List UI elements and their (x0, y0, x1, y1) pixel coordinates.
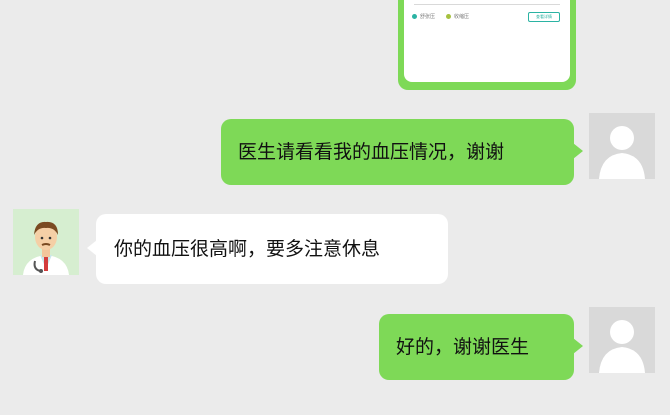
chart-axis-zero-label: 0 (418, 0, 421, 2)
message-bubble-sent[interactable]: 好的，谢谢医生 (379, 314, 583, 380)
legend-label: 收缩压 (454, 14, 470, 20)
chart-legend-item: 收缩压 (446, 13, 469, 20)
message-bubble-received[interactable]: 你的血压很高啊，要多注意休息 (87, 214, 448, 284)
legend-dot-icon (412, 14, 417, 19)
bubble-tail (87, 240, 97, 256)
bubble-tail (573, 338, 583, 354)
message-text: 你的血压很高啊，要多注意休息 (114, 238, 381, 260)
message-text: 好的，谢谢医生 (396, 336, 530, 358)
bubble-tail (573, 143, 583, 159)
default-user-avatar-icon[interactable] (589, 113, 655, 179)
default-user-avatar-icon[interactable] (589, 307, 655, 373)
legend-label: 舒张压 (420, 14, 436, 20)
chart-baseline (414, 4, 560, 5)
shared-blood-pressure-card[interactable]: 0 舒张压 收缩压 查看详情 (398, 0, 576, 90)
chart-legend-item: 舒张压 (412, 13, 435, 20)
card-content: 0 舒张压 收缩压 查看详情 (404, 0, 570, 82)
view-details-button[interactable]: 查看详情 (528, 12, 560, 22)
legend-dot-icon (446, 14, 451, 19)
message-text: 医生请看看我的血压情况，谢谢 (238, 141, 505, 163)
doctor-avatar-icon[interactable] (13, 209, 79, 275)
message-bubble-sent[interactable]: 医生请看看我的血压情况，谢谢 (221, 119, 583, 185)
